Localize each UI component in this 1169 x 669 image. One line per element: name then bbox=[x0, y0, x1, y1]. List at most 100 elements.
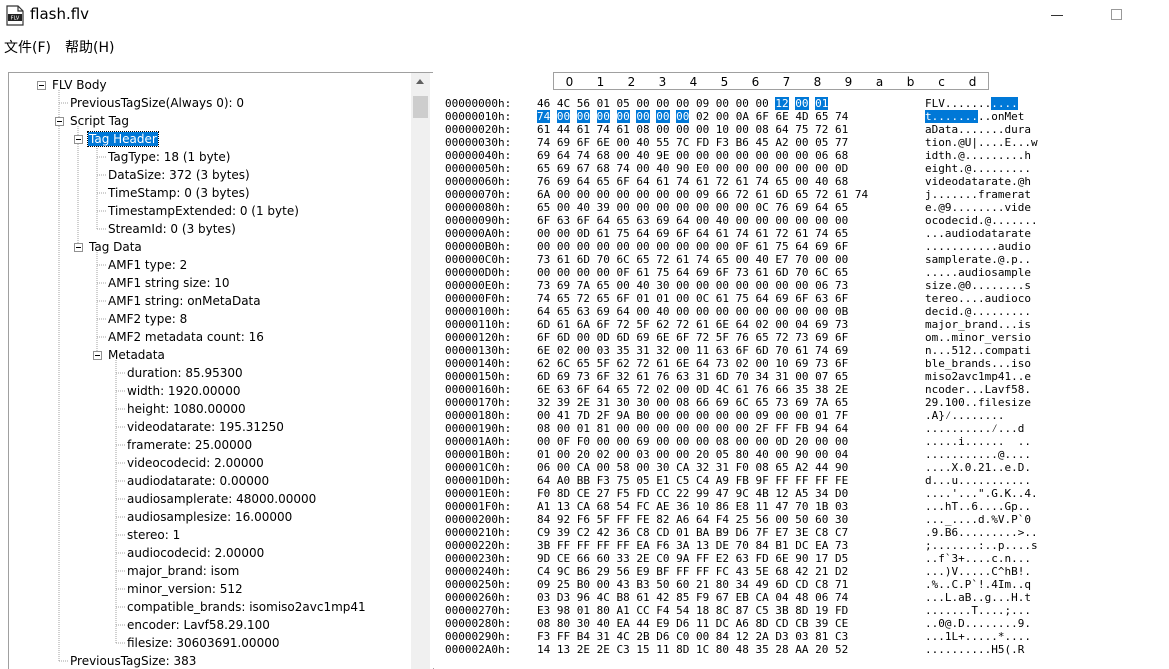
tree-node[interactable]: Tag Header bbox=[87, 130, 159, 148]
title-bar: FLV flash.flv bbox=[0, 0, 1169, 32]
hex-row-addr: 00000260h: bbox=[445, 591, 512, 604]
hex-row-addr: 000001B0h: bbox=[445, 448, 512, 461]
hex-row-ascii: ...audiodatarate bbox=[925, 227, 1031, 240]
collapse-icon[interactable] bbox=[37, 81, 46, 90]
tree-node[interactable]: framerate: 25.00000 bbox=[126, 436, 253, 454]
tree-node-label: PreviousTagSize(Always 0): 0 bbox=[70, 96, 245, 110]
tree-node[interactable]: width: 1920.00000 bbox=[126, 382, 241, 400]
tree-node[interactable]: FLV Body bbox=[51, 76, 108, 94]
hex-row-ascii: eight.@......... bbox=[925, 162, 1031, 175]
menu-bar: 文件(F) 帮助(H) bbox=[0, 34, 1169, 58]
tree-node[interactable]: Metadata bbox=[107, 346, 166, 364]
hex-row-ascii: samplerate.@.p.. bbox=[925, 253, 1031, 266]
hex-row-ascii: om..minor_versio bbox=[925, 331, 1031, 344]
hex-row-addr: 000001F0h: bbox=[445, 500, 512, 513]
tree-node[interactable]: StreamId: 0 (3 bytes) bbox=[107, 220, 237, 238]
tree-node[interactable]: AMF1 type: 2 bbox=[107, 256, 188, 274]
minimize-button[interactable] bbox=[1045, 6, 1069, 24]
tree-node-label: Metadata bbox=[108, 348, 165, 362]
hex-row-bytes: 6D 61 6A 6F 72 5F 62 72 61 6E 64 02 00 0… bbox=[537, 318, 849, 331]
tree-node[interactable]: PreviousTagSize: 383 bbox=[69, 652, 197, 669]
hex-row-bytes: 61 44 61 74 61 08 00 00 00 10 00 08 64 7… bbox=[537, 123, 849, 136]
hex-row-addr: 000001D0h: bbox=[445, 474, 512, 487]
hex-row-bytes: 6F 63 6F 64 65 63 69 64 00 40 00 00 00 0… bbox=[537, 214, 849, 227]
tree-node[interactable]: audiosamplesize: 16.00000 bbox=[126, 508, 293, 526]
tree-node[interactable]: minor_version: 512 bbox=[126, 580, 244, 598]
hex-row-ascii: ...........@.... bbox=[925, 448, 1031, 461]
tree-node[interactable]: TimestampExtended: 0 (1 byte) bbox=[107, 202, 300, 220]
hex-column-label: 2 bbox=[627, 75, 636, 89]
tree-node[interactable]: duration: 85.95300 bbox=[126, 364, 244, 382]
collapse-icon[interactable] bbox=[74, 243, 83, 252]
hex-row-addr: 00000270h: bbox=[445, 604, 512, 617]
tree-node[interactable]: Script Tag bbox=[69, 112, 130, 130]
hex-row-ascii: ..........⁄...d bbox=[925, 422, 1025, 435]
tree-node[interactable]: filesize: 30603691.00000 bbox=[126, 634, 280, 652]
tree-node[interactable]: major_brand: isom bbox=[126, 562, 240, 580]
hex-row-ascii: ..0@.D........9. bbox=[925, 617, 1031, 630]
tree-node[interactable]: AMF2 metadata count: 16 bbox=[107, 328, 265, 346]
tree-vertical-scrollbar[interactable] bbox=[411, 73, 430, 669]
hex-row-addr: 00000030h: bbox=[445, 136, 512, 149]
tree-node[interactable]: audiodatarate: 0.00000 bbox=[126, 472, 270, 490]
tree-node[interactable]: PreviousTagSize(Always 0): 0 bbox=[69, 94, 245, 112]
tree-node[interactable]: stereo: 1 bbox=[126, 526, 181, 544]
scroll-thumb[interactable] bbox=[413, 96, 428, 118]
collapse-icon[interactable] bbox=[74, 135, 83, 144]
tree-node[interactable]: AMF1 string: onMetaData bbox=[107, 292, 262, 310]
tree-node-label: AMF2 metadata count: 16 bbox=[108, 330, 264, 344]
tree-node[interactable]: videocodecid: 2.00000 bbox=[126, 454, 265, 472]
hex-row-bytes: 64 65 63 69 64 00 40 00 00 00 00 00 00 0… bbox=[537, 305, 849, 318]
tree-node[interactable]: DataSize: 372 (3 bytes) bbox=[107, 166, 251, 184]
tag-tree-view[interactable]: FLV Body PreviousTagSize(Always 0): 0 Scri… bbox=[8, 72, 434, 669]
hex-row-addr: 00000040h: bbox=[445, 149, 512, 162]
scroll-up-arrow-icon[interactable] bbox=[411, 73, 430, 90]
tree-node[interactable]: TagType: 18 (1 byte) bbox=[107, 148, 231, 166]
hex-column-label: 5 bbox=[720, 75, 729, 89]
hex-row-addr: 000000F0h: bbox=[445, 292, 512, 305]
tree-node[interactable]: audiocodecid: 2.00000 bbox=[126, 544, 265, 562]
hex-column-header: 0 1 2 3 4 5 6 7 8 9 a b c d bbox=[553, 72, 989, 90]
menu-help[interactable]: 帮助(H) bbox=[65, 37, 114, 57]
hex-row-ascii: 29.100..filesize bbox=[925, 396, 1031, 409]
hex-row-bytes: 65 69 67 68 74 00 40 90 E0 00 00 00 00 0… bbox=[537, 162, 849, 175]
hex-row-bytes: 00 0F F0 00 00 69 00 00 00 08 00 00 0D 2… bbox=[537, 435, 849, 448]
collapse-icon[interactable] bbox=[55, 117, 64, 126]
tree-node[interactable]: videodatarate: 195.31250 bbox=[126, 418, 285, 436]
hex-row-bytes: 06 00 CA 00 58 00 30 CA 32 31 F0 08 65 A… bbox=[537, 461, 849, 474]
svg-text:FLV: FLV bbox=[11, 16, 20, 22]
maximize-button[interactable] bbox=[1105, 6, 1129, 24]
tree-node[interactable]: TimeStamp: 0 (3 bytes) bbox=[107, 184, 251, 202]
tree-node[interactable]: AMF2 type: 8 bbox=[107, 310, 188, 328]
hex-row-bytes: F0 8D CE 27 F5 FD CC 22 99 47 9C 4B 12 A… bbox=[537, 487, 849, 500]
tree-node[interactable]: compatible_brands: isomiso2avc1mp41 bbox=[126, 598, 367, 616]
tree-node[interactable]: AMF1 string size: 10 bbox=[107, 274, 231, 292]
hex-row-bytes: 3B FF FF FF FF EA F6 3A 13 DE 70 84 B1 D… bbox=[537, 539, 849, 552]
hex-row-addr: 00000240h: bbox=[445, 565, 512, 578]
hex-row-bytes: 74 00 00 00 00 00 00 00 02 00 0A 6F 6E 4… bbox=[537, 110, 849, 123]
hex-row-ascii: ..........H5(.R bbox=[925, 643, 1025, 656]
tree-node-label: height: 1080.00000 bbox=[127, 402, 246, 416]
hex-row-bytes: 08 00 01 81 00 00 00 00 00 00 00 2F FF F… bbox=[537, 422, 849, 435]
collapse-icon[interactable] bbox=[93, 351, 102, 360]
hex-row-bytes: 00 00 0D 61 75 64 69 6F 64 61 74 61 72 6… bbox=[537, 227, 849, 240]
tree-node-label: framerate: 25.00000 bbox=[127, 438, 253, 452]
hex-column-label: c bbox=[938, 75, 945, 89]
hex-column-label: b bbox=[906, 75, 915, 89]
hex-column-label: 1 bbox=[596, 75, 605, 89]
hex-row-bytes: 64 A0 BB F3 75 05 E1 C5 C4 A9 FB 9F FF F… bbox=[537, 474, 849, 487]
hex-row-addr: 00000150h: bbox=[445, 370, 512, 383]
hex-row-addr: 000000C0h: bbox=[445, 253, 512, 266]
tree-node[interactable]: Tag Data bbox=[88, 238, 143, 256]
tree-node-label: StreamId: 0 (3 bytes) bbox=[108, 222, 236, 236]
hex-row-addr: 000000D0h: bbox=[445, 266, 512, 279]
menu-file[interactable]: 文件(F) bbox=[4, 37, 51, 57]
tree-node[interactable]: audiosamplerate: 48000.00000 bbox=[126, 490, 317, 508]
hex-row-addr: 00000070h: bbox=[445, 188, 512, 201]
hex-row-bytes: 69 64 74 68 00 40 9E 00 00 00 00 00 00 0… bbox=[537, 149, 849, 162]
hex-row-bytes: 32 39 2E 31 30 30 00 08 66 69 6C 65 73 6… bbox=[537, 396, 849, 409]
tree-node[interactable]: height: 1080.00000 bbox=[126, 400, 247, 418]
tree-node[interactable]: encoder: Lavf58.29.100 bbox=[126, 616, 271, 634]
tree-node-label: audiocodecid: 2.00000 bbox=[127, 546, 265, 560]
hex-view[interactable]: 0 1 2 3 4 5 6 7 8 9 a b c d 00000000h: 46 4C 56 01 05 … bbox=[433, 72, 1169, 668]
